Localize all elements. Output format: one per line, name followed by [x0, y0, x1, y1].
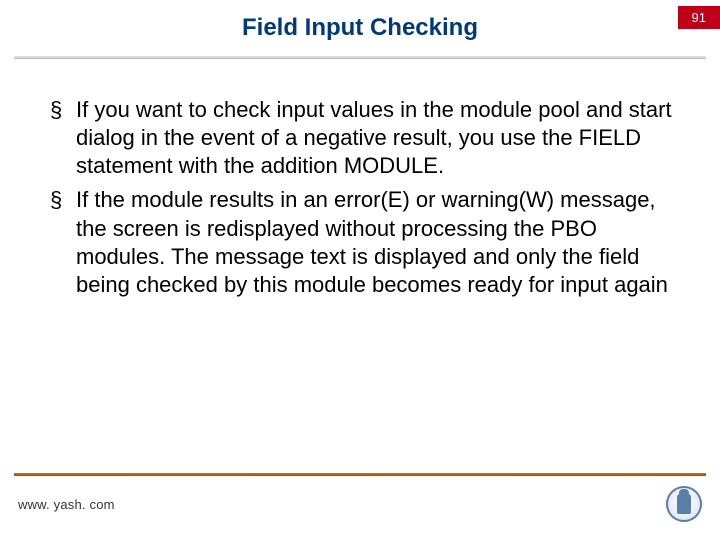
page-title: Field Input Checking — [242, 14, 478, 42]
slide-header: Field Input Checking 91 — [0, 0, 720, 56]
footer-divider — [14, 473, 706, 476]
page-number-badge: 91 — [678, 6, 720, 29]
slide-footer: www. yash. com — [0, 473, 720, 522]
list-item: If the module results in an error(E) or … — [50, 186, 680, 299]
footer-bar: www. yash. com — [0, 486, 720, 522]
footer-url: www. yash. com — [18, 497, 115, 512]
list-item: If you want to check input values in the… — [50, 96, 680, 180]
slide-content: If you want to check input values in the… — [0, 58, 720, 299]
bullet-list: If you want to check input values in the… — [50, 96, 680, 299]
company-logo-icon — [666, 486, 702, 522]
logo-glyph — [677, 494, 691, 514]
